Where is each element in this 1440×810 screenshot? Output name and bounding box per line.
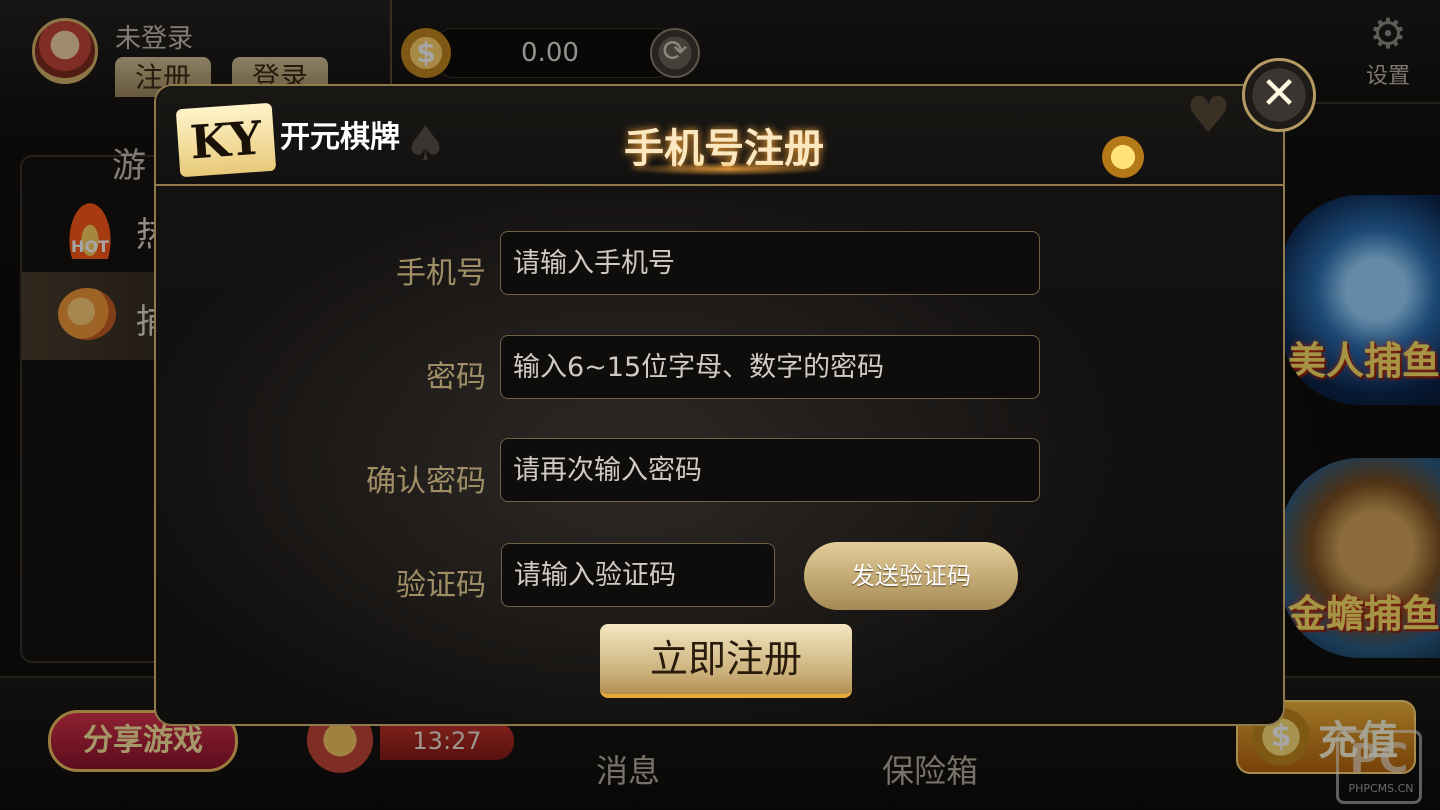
- confirm-password-input[interactable]: [500, 438, 1040, 502]
- verification-code-input[interactable]: [501, 543, 775, 607]
- phone-label: 手机号: [396, 256, 486, 291]
- dialog-header: KY 开元棋牌 ♠ 手机号注册 ♥: [156, 86, 1283, 186]
- spade-icon: ♠: [404, 116, 448, 172]
- close-icon[interactable]: ✕: [1242, 58, 1316, 132]
- verification-code-label: 验证码: [396, 568, 486, 603]
- send-code-button[interactable]: 发送验证码: [804, 542, 1018, 610]
- coin-decoration-icon: [1102, 136, 1144, 178]
- heart-icon: ♥: [1186, 86, 1231, 144]
- confirm-password-label: 确认密码: [366, 464, 486, 499]
- phone-input[interactable]: [500, 231, 1040, 295]
- register-now-button[interactable]: 立即注册: [600, 624, 852, 698]
- ky-logo: KY: [175, 102, 277, 178]
- title-glow: [626, 162, 826, 176]
- brand-name: 开元棋牌: [280, 120, 400, 155]
- phone-register-dialog: KY 开元棋牌 ♠ 手机号注册 ♥ 手机号 密码 确认密码 验证码 发送验证码 …: [154, 84, 1285, 726]
- password-label: 密码: [426, 360, 486, 395]
- password-input[interactable]: [500, 335, 1040, 399]
